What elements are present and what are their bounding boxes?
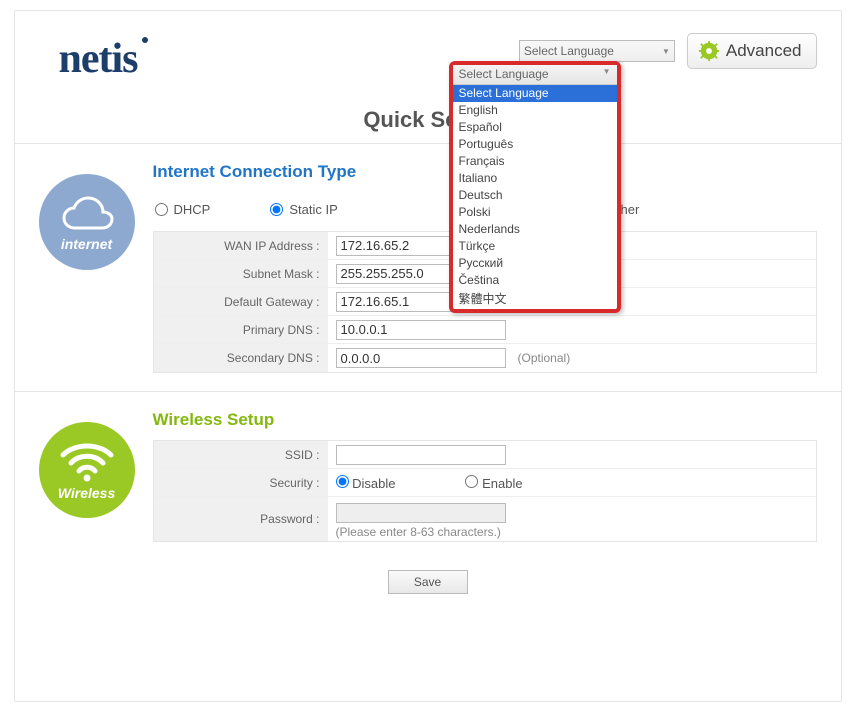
language-option[interactable]: Français: [453, 153, 617, 170]
radio-static-label: Static IP: [289, 202, 337, 217]
language-option[interactable]: Português: [453, 136, 617, 153]
language-option[interactable]: Polski: [453, 204, 617, 221]
password-hint: (Please enter 8-63 characters.): [336, 525, 501, 539]
wan-ip-label: WAN IP Address :: [154, 232, 328, 259]
gear-icon: [698, 40, 720, 62]
radio-dhcp-label: DHCP: [174, 202, 211, 217]
logo: netis: [59, 35, 138, 83]
internet-badge-label: internet: [61, 236, 112, 252]
radio-static[interactable]: Static IP: [270, 202, 337, 217]
language-option[interactable]: Deutsch: [453, 187, 617, 204]
radio-dhcp[interactable]: DHCP: [155, 202, 211, 217]
wireless-badge-label: Wireless: [58, 485, 115, 501]
language-option[interactable]: Русский: [453, 255, 617, 272]
save-button[interactable]: Save: [388, 570, 468, 594]
language-option[interactable]: 繁體中文: [453, 289, 617, 309]
pdns-input[interactable]: [336, 320, 506, 340]
wireless-section-title: Wireless Setup: [153, 410, 817, 430]
language-option[interactable]: Español: [453, 119, 617, 136]
sdns-input[interactable]: [336, 348, 506, 368]
sdns-optional-hint: (Optional): [518, 351, 571, 365]
security-label: Security :: [154, 469, 328, 496]
radio-security-disable-label: Disable: [352, 476, 395, 491]
wireless-badge: Wireless: [39, 422, 135, 518]
language-dropdown[interactable]: Select Language Select LanguageEnglishEs…: [449, 61, 621, 313]
subnet-label: Subnet Mask :: [154, 260, 328, 287]
language-option[interactable]: English: [453, 102, 617, 119]
ssid-input[interactable]: [336, 445, 506, 465]
wireless-section: Wireless Wireless Setup SSID : Security …: [15, 391, 841, 560]
gateway-label: Default Gateway :: [154, 288, 328, 315]
language-option[interactable]: Nederlands: [453, 221, 617, 238]
advanced-button-label: Advanced: [726, 41, 802, 61]
advanced-button[interactable]: Advanced: [687, 33, 817, 69]
internet-badge: internet: [39, 174, 135, 270]
language-select-value: Select Language: [524, 44, 614, 58]
radio-security-disable[interactable]: Disable: [336, 475, 396, 491]
language-option[interactable]: Select Language: [453, 85, 617, 102]
password-label: Password :: [154, 497, 328, 541]
ssid-label: SSID :: [154, 441, 328, 468]
page-title: Quick Setup: [15, 107, 841, 133]
password-input: [336, 503, 506, 523]
internet-section: internet Internet Connection Type DHCP S…: [15, 143, 841, 391]
language-select[interactable]: Select Language: [519, 40, 675, 62]
radio-security-enable-label: Enable: [482, 476, 522, 491]
language-dropdown-head[interactable]: Select Language: [453, 65, 617, 85]
pdns-label: Primary DNS :: [154, 316, 328, 343]
radio-security-enable[interactable]: Enable: [465, 475, 522, 491]
language-option[interactable]: Čeština: [453, 272, 617, 289]
sdns-label: Secondary DNS :: [154, 344, 328, 372]
language-option[interactable]: Italiano: [453, 170, 617, 187]
language-option[interactable]: Türkçe: [453, 238, 617, 255]
